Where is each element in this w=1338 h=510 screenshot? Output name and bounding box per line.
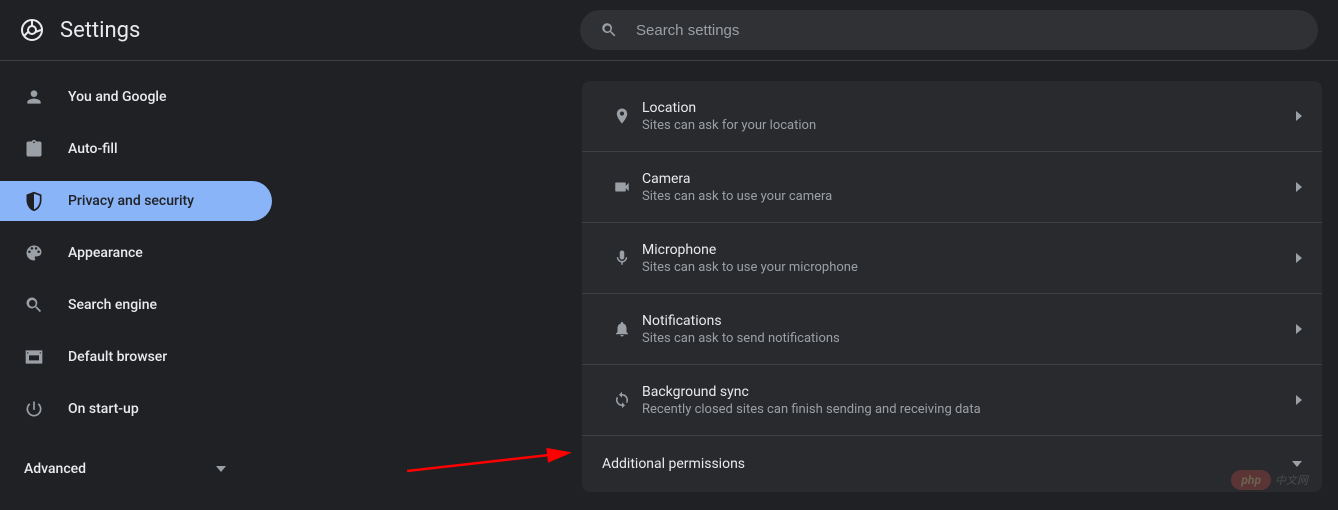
sidebar-item-label: You and Google [68,89,166,105]
sidebar-item-label: Default browser [68,349,167,365]
chevron-down-icon [216,466,226,472]
chevron-right-icon [1296,111,1302,121]
sidebar-item-label: Auto-fill [68,141,118,157]
sync-icon [602,391,642,409]
search-icon [24,295,44,315]
camera-icon [602,178,642,196]
mic-icon [602,249,642,267]
page-title: Settings [60,18,140,43]
additional-permissions-row[interactable]: Additional permissions [582,436,1322,492]
setting-desc: Sites can ask for your location [642,118,1296,133]
annotation-arrow [407,441,587,481]
setting-desc: Recently closed sites can finish sending… [642,402,1296,417]
setting-desc: Sites can ask to send notifications [642,331,1296,346]
setting-title: Background sync [642,384,1296,400]
bell-icon [602,320,642,338]
chevron-right-icon [1296,324,1302,334]
advanced-label: Advanced [24,461,86,477]
sidebar-item-search-engine[interactable]: Search engine [0,285,272,325]
setting-title: Microphone [642,242,1296,258]
watermark-tail: 中文网 [1275,474,1308,487]
main-content: Location Sites can ask for your location… [272,61,1338,510]
sidebar-item-label: On start-up [68,401,139,417]
watermark: php 中文网 [1231,469,1308,490]
sidebar-item-label: Search engine [68,297,157,313]
setting-row-notifications[interactable]: Notifications Sites can ask to send noti… [582,294,1322,365]
sidebar: You and Google Auto-fill Privacy and sec… [0,61,272,510]
power-icon [24,399,44,419]
settings-list: Location Sites can ask for your location… [582,81,1322,492]
sidebar-item-privacy-security[interactable]: Privacy and security [0,181,272,221]
setting-title: Location [642,100,1296,116]
setting-desc: Sites can ask to use your microphone [642,260,1296,275]
chevron-right-icon [1296,182,1302,192]
search-input[interactable] [636,22,1298,39]
setting-row-location[interactable]: Location Sites can ask for your location [582,81,1322,152]
setting-title: Notifications [642,313,1296,329]
setting-desc: Sites can ask to use your camera [642,189,1296,204]
palette-icon [24,243,44,263]
setting-title: Camera [642,171,1296,187]
chevron-down-icon [1292,461,1302,467]
person-icon [24,87,44,107]
sidebar-item-you-and-google[interactable]: You and Google [0,77,272,117]
sidebar-item-label: Privacy and security [68,193,194,209]
sidebar-item-appearance[interactable]: Appearance [0,233,272,273]
search-bar[interactable] [580,10,1318,50]
chrome-icon [20,18,44,42]
header: Settings [0,0,1338,61]
browser-icon [24,347,44,367]
setting-row-background-sync[interactable]: Background sync Recently closed sites ca… [582,365,1322,436]
shield-icon [24,191,44,211]
watermark-badge: php [1231,470,1271,490]
chevron-right-icon [1296,253,1302,263]
setting-row-microphone[interactable]: Microphone Sites can ask to use your mic… [582,223,1322,294]
sidebar-item-default-browser[interactable]: Default browser [0,337,272,377]
location-icon [602,107,642,125]
chevron-right-icon [1296,395,1302,405]
clipboard-icon [24,139,44,159]
logo-area: Settings [20,18,580,43]
sidebar-item-autofill[interactable]: Auto-fill [0,129,272,169]
search-icon [600,21,618,39]
sidebar-item-label: Appearance [68,245,143,261]
setting-row-camera[interactable]: Camera Sites can ask to use your camera [582,152,1322,223]
body: You and Google Auto-fill Privacy and sec… [0,61,1338,510]
sidebar-item-on-startup[interactable]: On start-up [0,389,272,429]
sidebar-advanced[interactable]: Advanced [0,449,250,489]
additional-permissions-label: Additional permissions [602,456,1292,472]
